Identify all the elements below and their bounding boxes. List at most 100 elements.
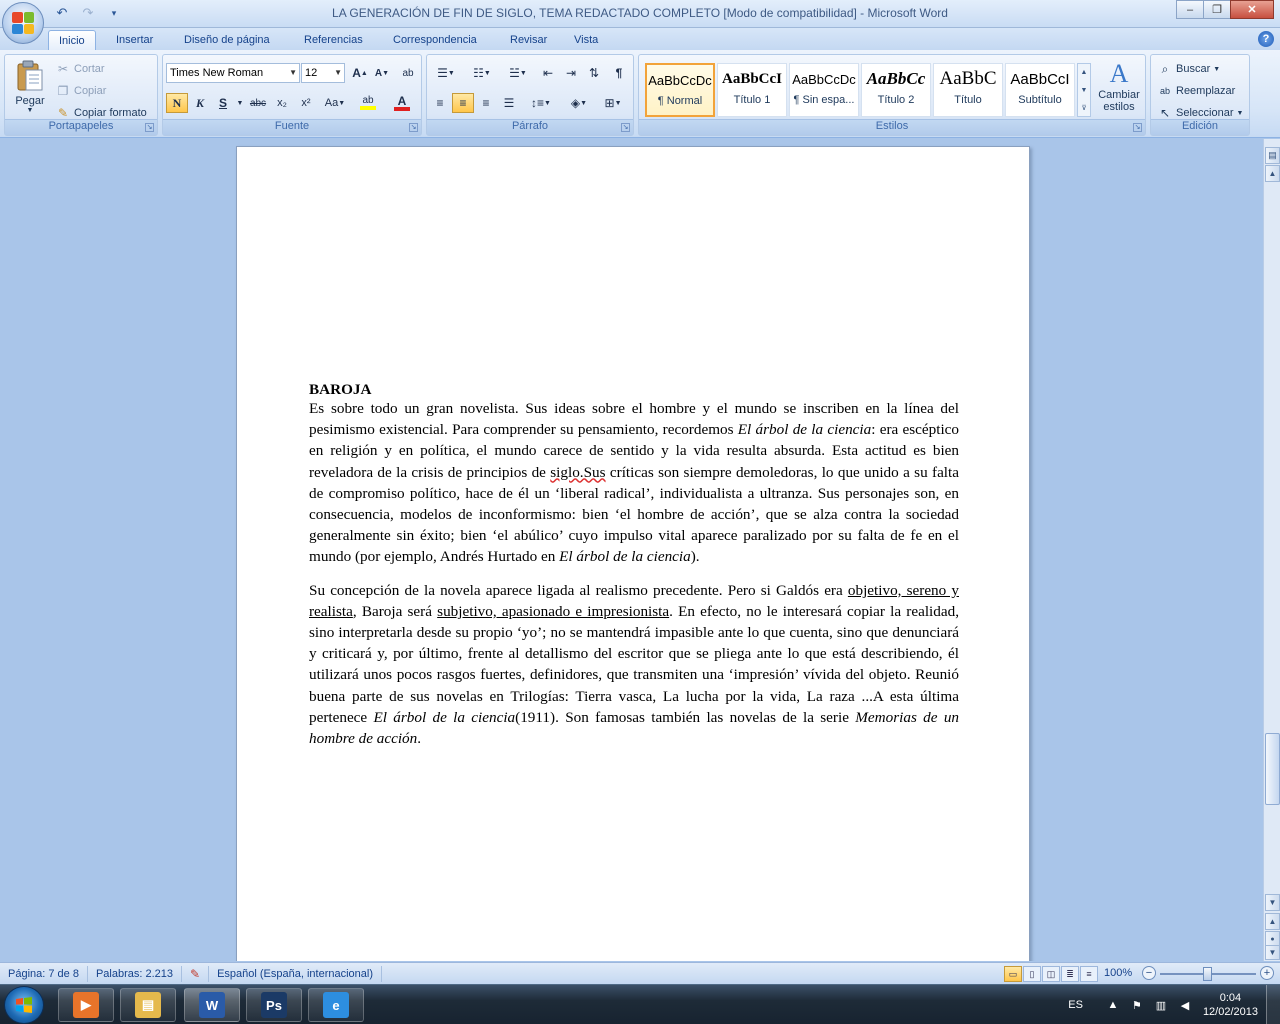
network-icon[interactable]: ▥ [1152, 996, 1170, 1014]
clipboard-launcher-icon[interactable]: ↘ [145, 123, 154, 132]
copy-button[interactable]: ❐ Copiar [55, 83, 107, 99]
strikethrough-button[interactable]: abc [247, 93, 269, 113]
tab-correspondencia[interactable]: Correspondencia [383, 30, 487, 50]
borders-button[interactable]: ⊞ ▼ [597, 93, 629, 113]
start-button[interactable] [4, 986, 44, 1024]
change-case-button[interactable]: Aa ▼ [321, 93, 349, 113]
full-screen-reading-icon[interactable]: ▯ [1023, 966, 1041, 982]
language-status[interactable]: Español (España, internacional) [209, 965, 383, 982]
zoom-in-button[interactable]: + [1260, 966, 1274, 980]
cut-button[interactable]: ✂ Cortar [55, 61, 105, 77]
style-titulo[interactable]: AaBbC Título [933, 63, 1003, 117]
multilevel-list-button[interactable]: ☱ ▼ [501, 63, 535, 83]
next-page-button[interactable]: ▼ [1265, 945, 1280, 960]
outline-view-icon[interactable]: ≣ [1061, 966, 1079, 982]
styles-launcher-icon[interactable]: ↘ [1133, 123, 1142, 132]
italic-button[interactable]: K [189, 93, 211, 113]
zoom-level[interactable]: 100% [1104, 967, 1132, 979]
underline-dropdown[interactable]: ▼ [235, 93, 245, 113]
shrink-font-button[interactable]: A ▼ [371, 63, 393, 83]
scroll-up-button[interactable]: ▲ [1265, 165, 1280, 182]
zoom-out-button[interactable]: − [1142, 966, 1156, 980]
tab-insertar[interactable]: Insertar [106, 30, 163, 50]
proofing-status-icon[interactable]: ✎ [182, 965, 210, 982]
vertical-scrollbar[interactable]: ▤ ▲ ▼ ▲ ● ▼ [1263, 139, 1280, 961]
font-size-select[interactable]: 12 ▼ [301, 63, 345, 83]
style-normal[interactable]: AaBbCcDc ¶ Normal [645, 63, 715, 117]
print-layout-icon[interactable]: ▭ [1004, 966, 1022, 982]
maximize-button[interactable]: ❐ [1203, 0, 1231, 19]
style-sin-espaciado[interactable]: AaBbCcDc ¶ Sin espa... [789, 63, 859, 117]
help-icon[interactable]: ? [1258, 31, 1274, 47]
font-family-select[interactable]: Times New Roman ▼ [166, 63, 300, 83]
document-body[interactable]: BAROJA Es sobre todo un gran novelista. … [309, 381, 959, 749]
underline-button[interactable]: S [212, 93, 234, 113]
taskbar-app-explorer-folder[interactable]: ▤ [120, 988, 176, 1022]
tab-revisar[interactable]: Revisar [500, 30, 557, 50]
clock[interactable]: 0:04 12/02/2013 [1203, 991, 1258, 1019]
previous-page-button[interactable]: ▲ [1265, 913, 1280, 930]
show-hidden-icons-icon[interactable]: ▲ [1104, 996, 1122, 1014]
minimize-button[interactable]: ‒ [1176, 0, 1204, 19]
taskbar-app-word[interactable]: W [184, 988, 240, 1022]
style-titulo-1[interactable]: AaBbCcI Título 1 [717, 63, 787, 117]
action-center-flag-icon[interactable]: ⚑ [1128, 996, 1146, 1014]
align-center-button[interactable]: ≡ [452, 93, 474, 113]
highlight-button[interactable]: ab [353, 93, 383, 113]
replace-button[interactable]: ab Reemplazar [1157, 83, 1235, 99]
spelling-error[interactable]: siglo.Sus [550, 464, 605, 481]
font-launcher-icon[interactable]: ↘ [409, 123, 418, 132]
ruler-toggle-icon[interactable]: ▤ [1265, 147, 1280, 164]
change-styles-label-2: estilos [1103, 101, 1135, 113]
tab-vista[interactable]: Vista [564, 30, 608, 50]
paste-button[interactable]: Pegar ▼ [11, 59, 49, 114]
justify-button[interactable]: ☰ [498, 93, 520, 113]
change-styles-button[interactable]: A Cambiar estilos [1095, 59, 1143, 113]
taskbar-app-photoshop[interactable]: Ps [246, 988, 302, 1022]
bold-button[interactable]: N [166, 93, 188, 113]
scroll-down-button[interactable]: ▼ [1265, 894, 1280, 911]
increase-indent-button[interactable]: ⇥ [560, 63, 582, 83]
taskbar-app-media-player[interactable]: ▶ [58, 988, 114, 1022]
align-right-button[interactable]: ≡ [475, 93, 497, 113]
paragraph-launcher-icon[interactable]: ↘ [621, 123, 630, 132]
show-desktop-button[interactable] [1266, 985, 1280, 1024]
bold-icon: N [172, 95, 182, 110]
close-button[interactable]: ✕ [1230, 0, 1274, 19]
style-subtitulo[interactable]: AaBbCcI Subtítulo [1005, 63, 1075, 117]
document-page[interactable]: BAROJA Es sobre todo un gran novelista. … [236, 146, 1030, 961]
draft-view-icon[interactable]: ≡ [1080, 966, 1098, 982]
scroll-thumb[interactable] [1265, 733, 1280, 805]
copy-icon: ❐ [57, 84, 69, 98]
style-titulo-2[interactable]: AaBbCc Título 2 [861, 63, 931, 117]
tab-inicio[interactable]: Inicio [48, 30, 96, 50]
subscript-button[interactable]: x₂ [271, 93, 293, 113]
input-language[interactable]: ES [1068, 999, 1083, 1011]
line-spacing-button[interactable]: ↕≡ ▼ [525, 93, 557, 113]
superscript-button[interactable]: x² [295, 93, 317, 113]
italic-icon: K [195, 95, 204, 110]
numbering-button[interactable]: ☷ ▼ [465, 63, 499, 83]
sort-button[interactable]: ⇅ [583, 63, 605, 83]
office-button[interactable] [2, 2, 44, 44]
volume-icon[interactable]: ◀ [1176, 996, 1194, 1014]
word-count[interactable]: Palabras: 2.213 [88, 965, 183, 982]
find-button[interactable]: ⌕ Buscar ▼ [1157, 61, 1221, 77]
bullets-button[interactable]: ☰ ▼ [429, 63, 463, 83]
taskbar-app-internet-explorer[interactable]: e [308, 988, 364, 1022]
page-count[interactable]: Página: 7 de 8 [0, 965, 88, 982]
grow-font-button[interactable]: A ▲ [349, 63, 371, 83]
decrease-indent-button[interactable]: ⇤ [537, 63, 559, 83]
increase-indent-icon: ⇥ [565, 66, 577, 80]
align-left-button[interactable]: ≡ [429, 93, 451, 113]
zoom-slider-thumb[interactable] [1203, 967, 1212, 981]
tab-referencias[interactable]: Referencias [294, 30, 373, 50]
change-case-icon: Aa [324, 97, 339, 109]
web-layout-icon[interactable]: ◫ [1042, 966, 1060, 982]
shading-button[interactable]: ◈ ▼ [563, 93, 595, 113]
clear-format-button[interactable]: ab [397, 63, 419, 83]
show-marks-button[interactable]: ¶ [608, 63, 630, 83]
styles-gallery-scroll[interactable]: ▲ ▼ ⊽ [1077, 63, 1091, 117]
tab-diseno-de-pagina[interactable]: Diseño de página [174, 30, 280, 50]
font-color-button[interactable]: A [387, 93, 417, 113]
